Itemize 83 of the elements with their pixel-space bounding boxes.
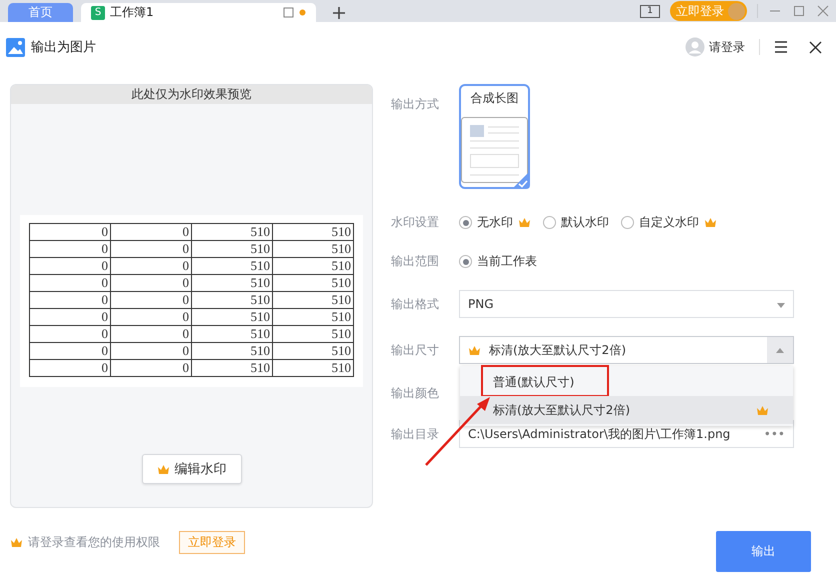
table-cell: 510 — [272, 360, 354, 376]
table-cell: 0 — [30, 360, 110, 376]
check-corner-icon — [512, 171, 530, 189]
radio-button[interactable] — [543, 216, 556, 229]
device-indicator[interactable]: 1 — [640, 4, 660, 18]
dropdown-option[interactable]: 标清(放大至默认尺寸2倍) — [460, 396, 793, 424]
field-label: 输出格式 — [391, 296, 440, 312]
avatar-icon — [728, 2, 745, 20]
table-cell: 510 — [192, 308, 272, 326]
spreadsheet-icon: S — [91, 6, 105, 20]
table-cell: 510 — [192, 360, 272, 376]
table-cell: 0 — [30, 240, 110, 258]
image-icon — [6, 38, 25, 56]
table-cell: 510 — [192, 258, 272, 274]
table-cell: 0 — [110, 360, 192, 376]
table-cell: 510 — [272, 224, 354, 240]
field-label: 输出目录 — [391, 426, 440, 442]
table-cell: 510 — [192, 224, 272, 240]
dropdown-field[interactable]: PNG — [459, 290, 794, 318]
card-title: 合成长图 — [470, 90, 518, 107]
caret-up-icon[interactable] — [776, 348, 784, 352]
preview-header: 此处仅为水印效果预览 — [11, 85, 372, 104]
close-icon[interactable] — [809, 40, 822, 54]
table-cell: 0 — [30, 224, 110, 240]
crown-icon — [156, 464, 170, 474]
table-cell: 0 — [110, 224, 192, 240]
table-cell: 0 — [30, 274, 110, 292]
radio-label[interactable]: 默认水印 — [561, 214, 609, 231]
tab-title: 工作簿1 — [110, 4, 155, 21]
radio-button[interactable] — [459, 255, 472, 268]
permission-notice: 请登录查看您的使用权限 — [28, 534, 160, 551]
table-cell: 0 — [30, 342, 110, 360]
radio-label[interactable]: 当前工作表 — [477, 253, 537, 270]
table-cell: 0 — [110, 342, 192, 360]
radio-label[interactable]: 自定义水印 — [639, 214, 699, 231]
table-cell: 510 — [192, 342, 272, 360]
table-cell: 510 — [272, 292, 354, 308]
table-cell: 0 — [30, 326, 110, 342]
table-cell: 510 — [192, 326, 272, 342]
field-label: 输出方式 — [391, 96, 440, 113]
radio-button[interactable] — [459, 216, 472, 229]
user-icon[interactable] — [685, 37, 705, 57]
field-label: 输出范围 — [391, 253, 440, 270]
table-cell: 0 — [30, 292, 110, 308]
table-cell: 510 — [272, 326, 354, 342]
field-label: 输出颜色 — [391, 385, 440, 402]
option-label: 普通(默认尺寸) — [493, 374, 576, 390]
table-cell: 510 — [272, 258, 354, 274]
maximize-icon[interactable] — [792, 4, 806, 18]
option-label: 标清(放大至默认尺寸2倍) — [493, 402, 631, 418]
table-cell: 0 — [110, 292, 192, 308]
output-mode-card[interactable]: 合成长图 — [459, 84, 530, 189]
radio-label[interactable]: 无水印 — [477, 214, 513, 231]
table-cell: 510 — [272, 342, 354, 360]
new-tab-icon[interactable] — [332, 6, 346, 20]
dialog-title: 输出为图片 — [31, 39, 97, 56]
path-value: C:\Users\Administrator\我的图片\工作簿1.png — [468, 426, 732, 442]
window-icon[interactable] — [283, 7, 294, 18]
caret-down-icon[interactable] — [777, 303, 785, 308]
browse-button[interactable]: ••• — [764, 427, 785, 441]
edit-watermark-button[interactable]: 编辑水印 — [142, 454, 242, 484]
table-cell: 0 — [110, 240, 192, 258]
field-label: 水印设置 — [391, 214, 440, 231]
table-cell: 0 — [30, 258, 110, 274]
table-cell: 510 — [192, 240, 272, 258]
radio-button[interactable] — [621, 216, 634, 229]
table-cell: 0 — [30, 308, 110, 326]
field-label: 输出尺寸 — [391, 342, 440, 358]
crown-icon — [10, 537, 23, 548]
document-tab[interactable]: S 工作簿1 — [81, 3, 316, 22]
table-cell: 510 — [272, 274, 354, 292]
dropdown-value: 标清(放大至默认尺寸2倍) — [489, 342, 627, 358]
table-cell: 510 — [272, 308, 354, 326]
dropdown-value: PNG — [468, 297, 495, 311]
table-cell: 0 — [110, 308, 192, 326]
table-cell: 510 — [192, 274, 272, 292]
table-cell: 0 — [110, 326, 192, 342]
table-cell: 510 — [272, 240, 354, 258]
table-cell: 0 — [110, 274, 192, 292]
login-link[interactable]: 请登录 — [709, 38, 745, 56]
menu-icon[interactable] — [774, 41, 788, 53]
table-cell: 0 — [110, 258, 192, 274]
table-cell: 510 — [192, 292, 272, 308]
